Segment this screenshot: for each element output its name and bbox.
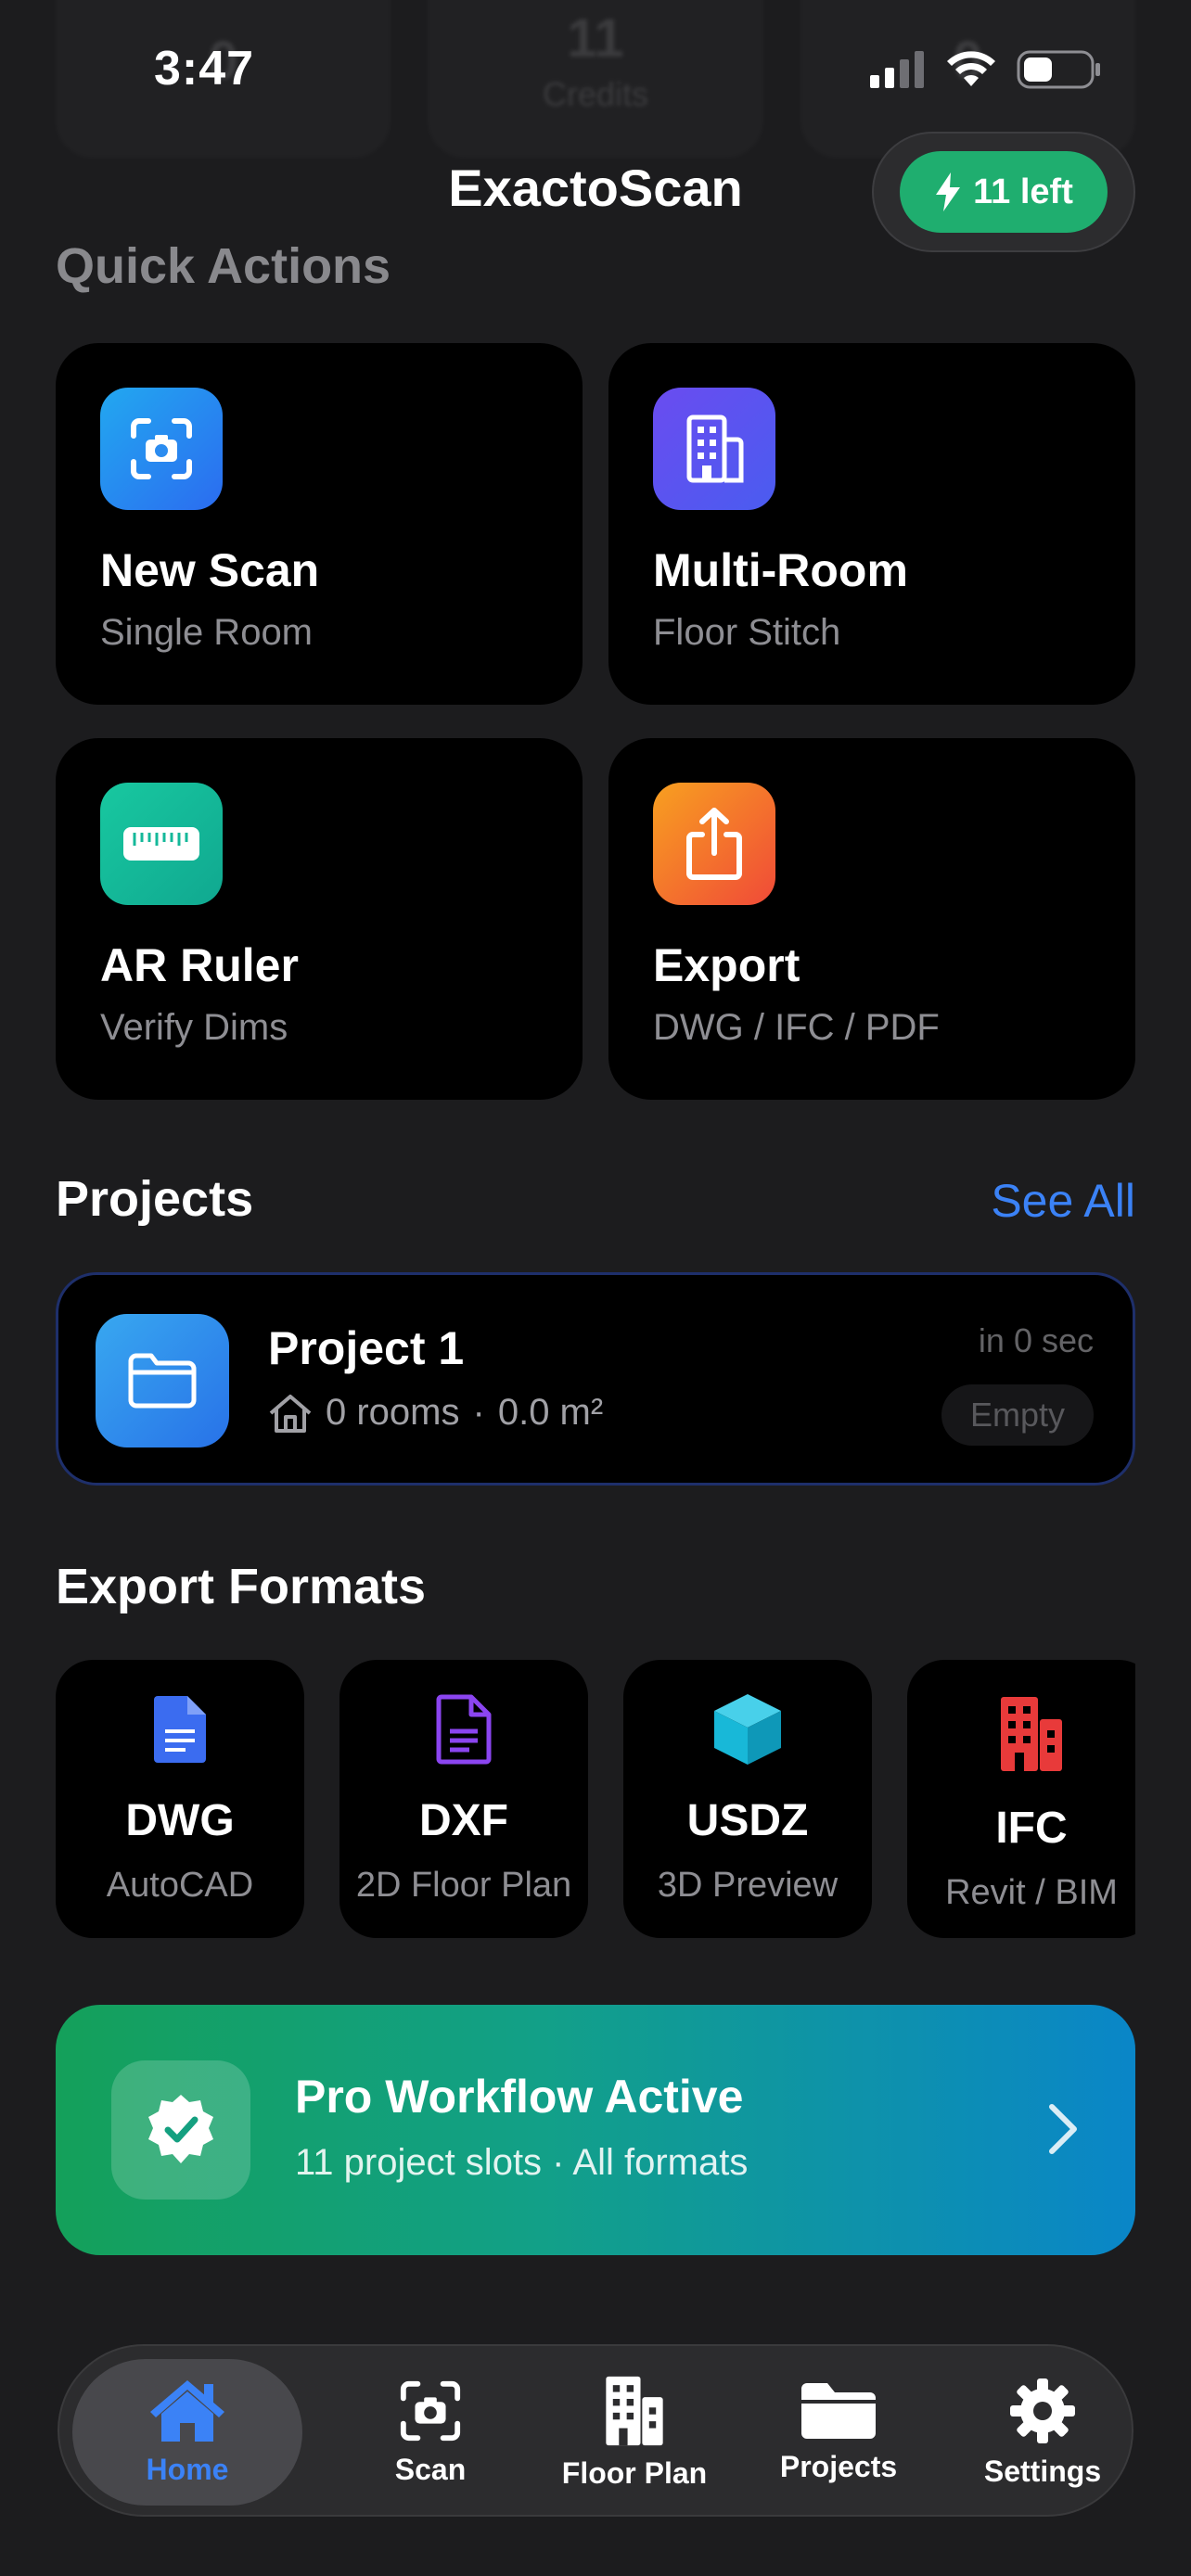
- export-formats-title: Export Formats: [56, 1559, 427, 1614]
- document-icon: [56, 1688, 304, 1771]
- qa-subtitle: Single Room: [100, 612, 314, 653]
- credits-pill: 11 left: [900, 151, 1108, 233]
- verified-badge-icon: [111, 2060, 250, 2200]
- format-name: IFC: [995, 1804, 1068, 1853]
- battery-icon: [1017, 50, 1100, 89]
- qa-subtitle: DWG / IFC / PDF: [653, 1007, 940, 1048]
- document-outline-icon: [339, 1688, 588, 1771]
- tab-label: Projects: [779, 2449, 898, 2483]
- project-name: Project 1: [268, 1322, 465, 1374]
- camera-scan-icon: [100, 388, 223, 510]
- qa-title: New Scan: [100, 544, 320, 596]
- ruler-icon: [100, 783, 223, 905]
- format-subtitle: Revit / BIM: [945, 1873, 1118, 1912]
- project-card[interactable]: Project 1 0 rooms · 0.0 m² in 0 sec Empt…: [56, 1272, 1135, 1486]
- multi-room-card[interactable]: Multi-Room Floor Stitch: [608, 343, 1135, 705]
- house-outline-icon: [269, 1394, 312, 1433]
- gear-icon: [1010, 2378, 1075, 2443]
- tab-scan[interactable]: Scan: [338, 2346, 523, 2519]
- pro-title: Pro Workflow Active: [295, 2071, 744, 2123]
- new-scan-card[interactable]: New Scan Single Room: [56, 343, 583, 705]
- cube-icon: [623, 1688, 872, 1771]
- format-name: DWG: [125, 1796, 235, 1845]
- project-area: 0.0 m²: [497, 1392, 604, 1433]
- status-badge: Empty: [941, 1384, 1094, 1446]
- format-card-usdz[interactable]: USDZ 3D Preview: [623, 1660, 872, 1938]
- project-time: in 0 sec: [978, 1321, 1094, 1359]
- export-formats-list[interactable]: DWG AutoCAD DXF 2D Floor Plan USDZ 3D Pr…: [56, 1660, 1135, 1938]
- bolt-icon: [936, 172, 961, 211]
- project-rooms: 0 rooms: [326, 1392, 460, 1433]
- tab-projects[interactable]: Projects: [746, 2346, 931, 2519]
- ar-ruler-card[interactable]: AR Ruler Verify Dims: [56, 738, 583, 1100]
- format-card-dwg[interactable]: DWG AutoCAD: [56, 1660, 304, 1938]
- tab-label: Home: [146, 2452, 229, 2486]
- folder-icon: [801, 2382, 876, 2439]
- qa-title: Multi-Room: [653, 544, 908, 596]
- camera-scan-icon: [400, 2380, 461, 2441]
- credits-button[interactable]: 11 left: [872, 132, 1135, 252]
- wifi-icon: [947, 51, 995, 86]
- building-icon: [907, 1688, 1135, 1780]
- tab-label: Scan: [394, 2452, 467, 2486]
- chevron-right-icon: [1049, 2104, 1077, 2154]
- projects-title: Projects: [56, 1171, 254, 1227]
- qa-subtitle: Floor Stitch: [653, 612, 841, 653]
- format-card-dxf[interactable]: DXF 2D Floor Plan: [339, 1660, 588, 1938]
- cellular-signal-icon: [870, 51, 924, 88]
- format-name: USDZ: [686, 1796, 809, 1845]
- tab-label: Settings: [983, 2454, 1102, 2488]
- see-all-link[interactable]: See All: [991, 1174, 1135, 1228]
- building-icon: [653, 388, 775, 510]
- tab-floor-plan[interactable]: Floor Plan: [542, 2346, 727, 2519]
- house-icon: [150, 2379, 224, 2442]
- building-icon: [606, 2376, 663, 2445]
- folder-icon: [96, 1314, 229, 1447]
- tab-label: Floor Plan: [561, 2455, 708, 2490]
- pro-subtitle: 11 project slots · All formats: [295, 2142, 749, 2183]
- tab-bar: Home Scan Floor Plan Projects Settings: [58, 2344, 1133, 2517]
- pro-workflow-banner[interactable]: Pro Workflow Active 11 project slots · A…: [56, 2005, 1135, 2255]
- qa-title: AR Ruler: [100, 939, 299, 991]
- format-subtitle: 2D Floor Plan: [355, 1866, 572, 1905]
- format-name: DXF: [419, 1796, 508, 1845]
- qa-title: Export: [653, 939, 800, 991]
- credits-label: 11 left: [973, 172, 1073, 211]
- format-card-ifc[interactable]: IFC Revit / BIM: [907, 1660, 1135, 1938]
- tab-home[interactable]: Home: [72, 2359, 302, 2506]
- tab-settings[interactable]: Settings: [950, 2346, 1135, 2519]
- share-icon: [653, 783, 775, 905]
- qa-subtitle: Verify Dims: [100, 1007, 288, 1048]
- status-time: 3:47: [154, 42, 255, 96]
- meta-separator: ·: [472, 1392, 485, 1433]
- quick-actions-title: Quick Actions: [56, 238, 391, 294]
- status-bar: 3:47: [0, 0, 1191, 139]
- export-card[interactable]: Export DWG / IFC / PDF: [608, 738, 1135, 1100]
- project-meta: 0 rooms · 0.0 m²: [268, 1392, 603, 1434]
- status-icons: [870, 50, 1102, 89]
- format-subtitle: 3D Preview: [657, 1866, 839, 1905]
- format-subtitle: AutoCAD: [106, 1866, 254, 1905]
